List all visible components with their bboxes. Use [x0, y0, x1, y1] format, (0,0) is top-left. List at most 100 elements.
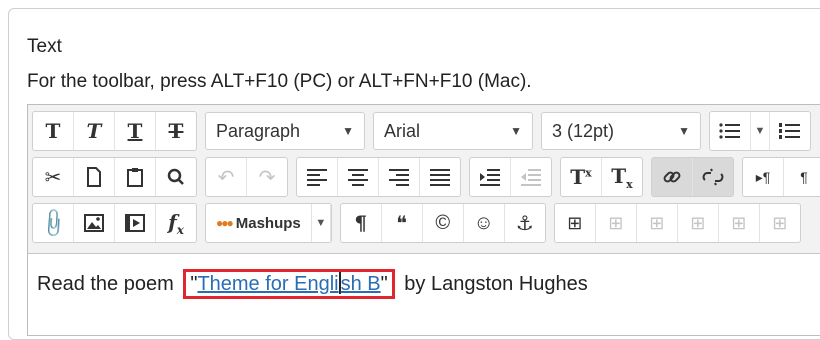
paste-button[interactable] [115, 158, 156, 196]
bullet-list-button[interactable] [710, 112, 751, 150]
redo-icon: ↷ [258, 166, 276, 189]
insert-table-button[interactable]: ⊞ [555, 204, 596, 242]
unlink-icon [702, 168, 724, 186]
font-size-dropdown[interactable]: 3 (12pt) ▼ [541, 112, 701, 150]
font-family-dropdown[interactable]: Arial ▼ [373, 112, 533, 150]
indent-icon [480, 169, 500, 186]
table-column-icon: ⊞ [772, 212, 788, 233]
table-row-after-button[interactable]: ⊞ [637, 204, 678, 242]
insert-image-button[interactable] [74, 204, 115, 242]
toolbar-hint: For the toolbar, press ALT+F10 (PC) or A… [27, 71, 532, 92]
indent-group [469, 157, 552, 197]
anchor-icon: ⚓ [515, 212, 534, 235]
paragraph-format-value: Paragraph [216, 120, 301, 141]
table-row-icon: ⊞ [608, 212, 624, 233]
superscript-letter: T [570, 165, 586, 189]
mashups-icon: ●●● [216, 216, 234, 230]
ltr-button[interactable]: ▸¶ [743, 158, 784, 196]
underline-button[interactable]: T [115, 112, 156, 150]
editor-toolbar: T T T T Paragraph ▼ Arial ▼ 3 (12pt) ▼ ▼… [28, 105, 820, 254]
cut-button[interactable]: ✂ [33, 158, 74, 196]
superscript-x: x [585, 166, 592, 180]
mashups-options[interactable]: ▼ [312, 204, 331, 242]
blockquote-button[interactable]: ❝ [382, 204, 423, 242]
toolbar-row-1: T T T T Paragraph ▼ Arial ▼ 3 (12pt) ▼ ▼ [32, 109, 819, 153]
numbered-list-button[interactable] [770, 112, 810, 150]
math-formula-button[interactable]: fx [156, 204, 196, 242]
bullet-list-icon [719, 123, 740, 139]
redo-button[interactable]: ↷ [247, 158, 287, 196]
attach-file-button[interactable]: 📎 [33, 204, 74, 242]
chevron-down-icon: ▼ [754, 125, 766, 137]
copy-button[interactable] [74, 158, 115, 196]
align-left-icon [307, 169, 327, 186]
table-col-after-button[interactable]: ⊞ [760, 204, 800, 242]
special-character-button[interactable]: © [423, 204, 464, 242]
bullet-list-options[interactable]: ▼ [751, 112, 770, 150]
subscript-x: x [626, 177, 633, 191]
paragraph-mark-icon: ¶ [354, 211, 368, 235]
table-delete-icon: ⊞ [690, 212, 706, 233]
undo-button[interactable]: ↶ [206, 158, 247, 196]
insert-media-button[interactable] [115, 204, 156, 242]
unlink-button[interactable] [693, 158, 733, 196]
text-style-group: T T T T [32, 111, 197, 151]
show-blocks-button[interactable]: ¶ [341, 204, 382, 242]
poem-link-text-1: Theme for Engli [197, 273, 339, 295]
poem-link[interactable]: Theme for Engli sh B [197, 272, 381, 295]
copy-icon [87, 167, 101, 187]
strikethrough-icon: T [168, 119, 184, 143]
find-button[interactable] [156, 158, 196, 196]
superscript-button[interactable]: Tx [561, 158, 602, 196]
indent-button[interactable] [470, 158, 511, 196]
ltr-icon: ▸¶ [755, 168, 771, 185]
insert-link-button[interactable] [652, 158, 693, 196]
font-size-value: 3 (12pt) [552, 120, 615, 141]
align-center-button[interactable] [338, 158, 379, 196]
anchor-button[interactable]: ⚓ [505, 204, 545, 242]
history-group: ↶ ↷ [205, 157, 288, 197]
italic-icon: T [86, 119, 102, 143]
direction-group: ▸¶ ¶ [742, 157, 820, 197]
alignment-group [296, 157, 461, 197]
bold-button[interactable]: T [33, 112, 74, 150]
image-icon [84, 214, 104, 232]
justify-button[interactable] [420, 158, 460, 196]
font-family-value: Arial [384, 120, 421, 141]
scissors-icon: ✂ [44, 166, 62, 189]
align-right-button[interactable] [379, 158, 420, 196]
rtl-button[interactable]: ¶ [784, 158, 820, 196]
link-icon [663, 171, 681, 183]
editor-content[interactable]: Read the poem "Theme for Engli sh B" by L… [37, 269, 588, 299]
undo-icon: ↶ [217, 166, 235, 189]
chevron-down-icon: ▼ [510, 124, 522, 138]
table-row-before-button[interactable]: ⊞ [596, 204, 637, 242]
script-group: Tx Tx [560, 157, 643, 197]
italic-button[interactable]: T [74, 112, 115, 150]
toolbar-row-2: ✂ ↶ ↷ Tx Tx ▸¶ ¶ [32, 155, 820, 199]
subscript-letter: T [611, 163, 627, 188]
align-left-button[interactable] [297, 158, 338, 196]
paragraph-format-dropdown[interactable]: Paragraph ▼ [205, 112, 365, 150]
search-icon [167, 168, 184, 185]
table-delete-row-button[interactable]: ⊞ [678, 204, 719, 242]
quote-icon: ❝ [396, 212, 408, 235]
mashups-button[interactable]: ●●● Mashups [206, 204, 312, 242]
outdent-button[interactable] [511, 158, 551, 196]
toolbar-row-3: 📎 fx ●●● Mashups ▼ ¶ ❝ © ☺ ⚓ ⊞ ⊞ ⊞ ⊞ ⊞ ⊞ [32, 201, 809, 245]
poem-link-text-2: sh B [340, 273, 381, 295]
strikethrough-button[interactable]: T [156, 112, 196, 150]
chevron-down-icon: ▼ [342, 124, 354, 138]
mashups-label: Mashups [235, 214, 301, 232]
subscript-icon: Tx [611, 164, 632, 191]
paperclip-icon: 📎 [36, 206, 70, 240]
highlighted-link-box: "Theme for Engli sh B" [183, 269, 395, 299]
quote-close: " [380, 273, 388, 295]
smiley-icon: ☺ [473, 211, 494, 234]
subscript-button[interactable]: Tx [602, 158, 642, 196]
table-col-before-button[interactable]: ⊞ [719, 204, 760, 242]
field-label: Text [27, 36, 62, 57]
emoticon-button[interactable]: ☺ [464, 204, 505, 242]
list-group: ▼ [709, 111, 811, 151]
superscript-icon: Tx [570, 165, 591, 189]
